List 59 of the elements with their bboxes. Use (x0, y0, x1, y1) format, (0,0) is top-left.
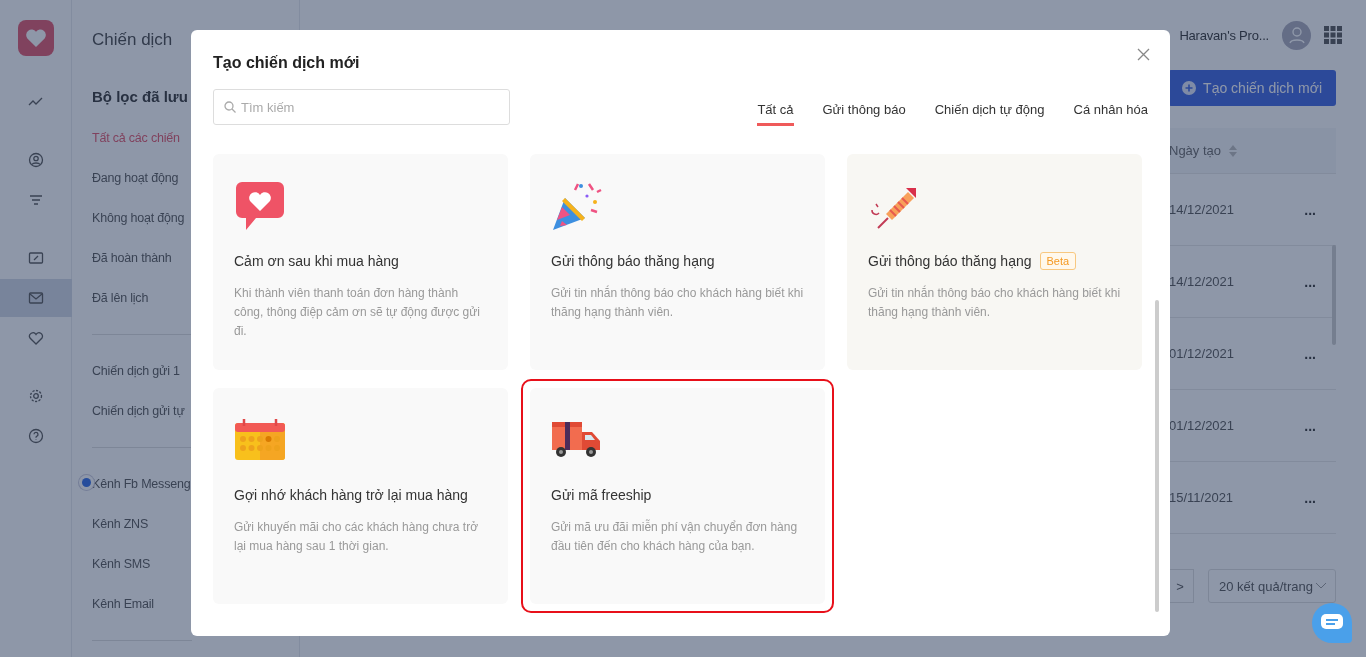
mail-icon[interactable] (0, 279, 72, 317)
search-icon (224, 101, 236, 113)
more-button[interactable]: ... (1304, 201, 1316, 218)
card-title: Gửi thông báo thăng hạng (551, 253, 715, 269)
sidebar-item[interactable]: Kênh Email (92, 597, 154, 611)
sidebar-item[interactable]: Chiến dịch gửi tự (92, 404, 185, 418)
sidebar-item[interactable]: Kênh SMS (92, 557, 151, 571)
create-campaign-button[interactable]: Tạo chiến dịch mới (1168, 70, 1336, 106)
beta-badge: Beta (1039, 252, 1077, 270)
campaign-card[interactable]: Gợi nhớ khách hàng trở lại mua hàng Gửi khuyến mãi cho các khách hàng chưa trở lại mua hàng sau 1 thời gian. (204, 379, 517, 613)
plus-icon (1182, 81, 1197, 95)
user-name[interactable]: Haravan's Pro... (1179, 27, 1269, 43)
sidebar-item[interactable]: Chiến dịch gửi 1 (92, 364, 180, 378)
avatar-icon[interactable] (1282, 20, 1311, 50)
campaign-card[interactable]: Gửi thông báo thăng hạng Gửi tin nhắn thông báo cho khách hàng biết khi thăng hạng thành viên. (521, 145, 834, 379)
sidebar-item[interactable]: Không hoạt động (92, 211, 185, 225)
sidebar-item[interactable]: Tất cả các chiến (92, 131, 180, 145)
table-cell: 14/12/2021 (1169, 274, 1235, 289)
card-description: Khi thành viên thanh toán đơn hàng thành công, thông điệp cảm ơn sẽ tự động được gửi đi. (234, 285, 481, 340)
card-description: Gửi khuyến mãi cho các khách hàng chưa trở lại mua hàng sau 1 thời gian. (234, 519, 480, 555)
page-size-select[interactable]: 20 kết quả/trang (1208, 569, 1336, 603)
card-description: Gửi tin nhắn thông báo cho khách hàng biết khi thăng hạng thành viên. (868, 284, 1122, 321)
card-title: Gợi nhớ khách hàng trở lại mua hàng (234, 487, 468, 503)
scrollbar[interactable] (1155, 300, 1159, 612)
table-cell: 14/12/2021 (1169, 202, 1235, 217)
card-title: Cảm ơn sau khi mua hàng (234, 253, 399, 269)
column-header[interactable]: Ngày tạo (1169, 143, 1222, 158)
sidebar-item[interactable]: Đang hoạt động (92, 171, 179, 185)
card-title: Gửi mã freeship (551, 487, 652, 503)
sidebar-item[interactable]: Kênh ZNS (92, 517, 149, 531)
apps-grid-icon[interactable] (1324, 26, 1342, 44)
close-icon[interactable] (1137, 48, 1150, 61)
sidebar-item[interactable]: Đã hoàn thành (92, 251, 172, 265)
campaign-card[interactable]: Cảm ơn sau khi mua hàng Khi thành viên thanh toán đơn hàng thành công, thông điệp cảm ơn sẽ tự động được gửi đi. (204, 145, 517, 379)
tab[interactable]: Chiến dịch tự động (934, 96, 1045, 126)
card-title: Gửi thông báo thăng hạng (868, 253, 1032, 269)
card-description: Gửi tin nhắn thông báo cho khách hàng biết khi thăng hạng thành viên. (551, 284, 805, 321)
search-field[interactable]: Tìm kiếm (213, 89, 510, 125)
heart-speech-bubble-icon (234, 180, 286, 232)
sort-icon[interactable] (1229, 144, 1238, 157)
campaign-card[interactable]: Gửi thông báo thăng hạng Beta Gửi tin nhắn thông báo cho khách hàng biết khi thăng hạng thành viên. (838, 145, 1151, 379)
modal-title: Tạo chiến dịch mới (213, 54, 360, 72)
tab[interactable]: Cá nhân hóa (1073, 96, 1148, 126)
sidebar-item[interactable]: Đã lên lịch (92, 291, 149, 305)
table-cell: 15/11/2021 (1169, 490, 1234, 505)
tab[interactable]: Gửi thông báo (822, 96, 906, 126)
more-button[interactable]: ... (1304, 417, 1316, 434)
campaign-card[interactable]: Gửi mã freeship Gửi mã ưu đãi miễn phí vận chuyển đơn hàng đầu tiên đến cho khách hàng của bạn. (521, 379, 834, 613)
sidebar-title: Chiến dịch (92, 30, 174, 50)
chevron-down-icon (1315, 582, 1327, 590)
more-button[interactable]: ... (1304, 273, 1316, 290)
table-cell: 01/12/2021 (1169, 418, 1235, 433)
tab[interactable]: Tất cả (757, 96, 794, 126)
card-description: Gửi mã ưu đãi miễn phí vận chuyển đơn hàng đầu tiên đến cho khách hàng của bạn. (551, 518, 799, 555)
more-button[interactable]: ... (1304, 489, 1316, 506)
section-heading: Bộ lọc đã lưu (92, 88, 189, 105)
table-cell: 01/12/2021 (1169, 346, 1235, 361)
more-button[interactable]: ... (1304, 345, 1316, 362)
heart-logo-icon[interactable] (17, 20, 54, 56)
